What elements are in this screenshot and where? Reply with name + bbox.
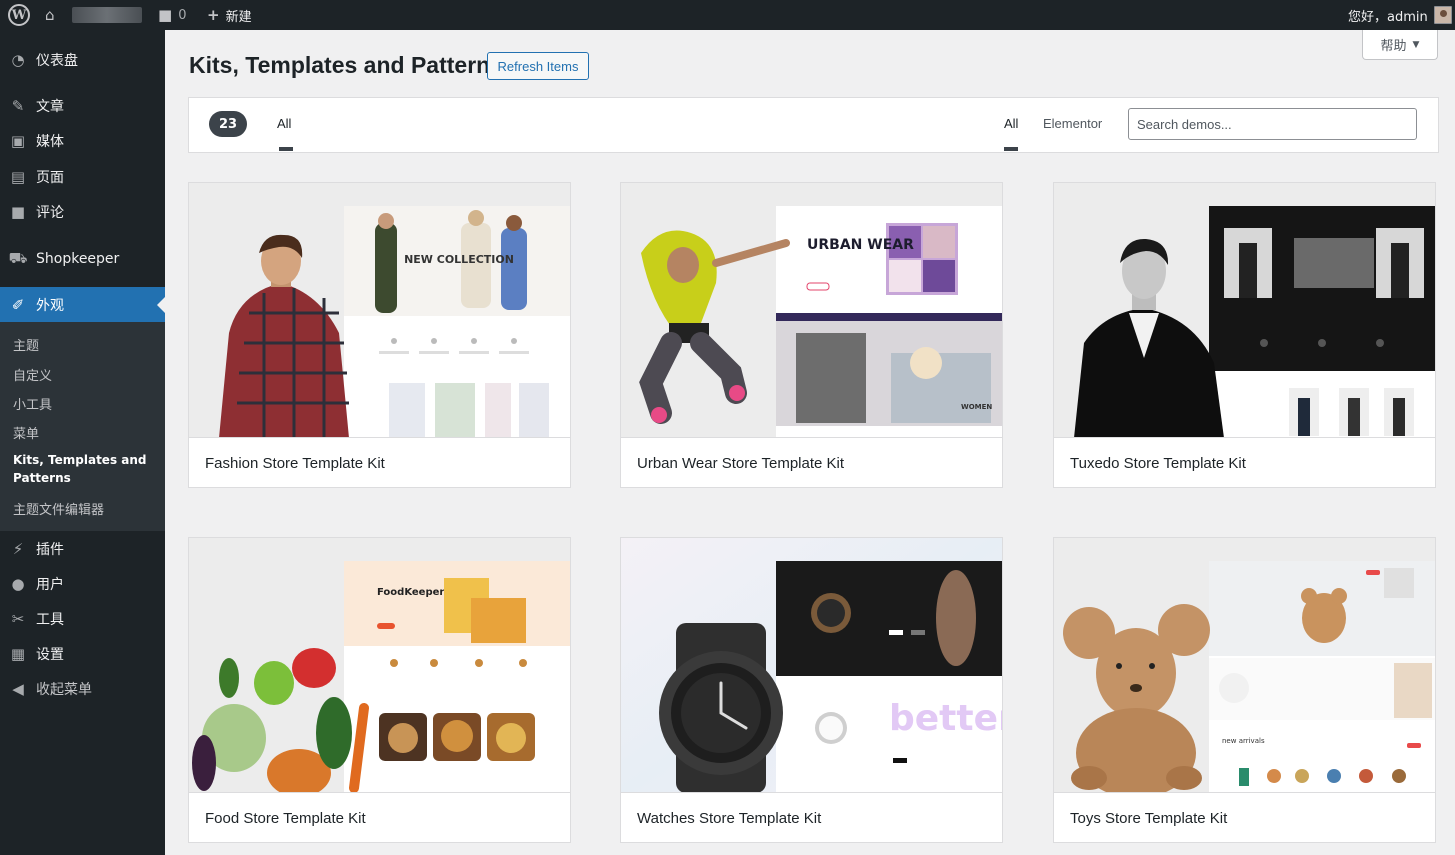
menu-appearance[interactable]: ✐ 外观 [0,287,165,323]
menu-comments[interactable]: ■ 评论 [0,194,165,230]
kit-title: Toys Store Template Kit [1070,810,1228,827]
caret-down-icon: ▼ [1412,39,1420,50]
comments-link[interactable]: ■ 0 [158,0,186,30]
tab-all-categories[interactable]: All [277,116,291,131]
search-input[interactable] [1128,108,1417,140]
active-builder-indicator [1004,147,1018,151]
kit-card-toys[interactable]: new arrivals Toys Store Template Kit [1053,537,1436,843]
kit-card-food[interactable]: FoodKeeper Food Store Template Kit [188,537,571,843]
kit-title: Food Store Template Kit [205,810,366,827]
menu-collapse[interactable]: ◀ 收起菜单 [0,671,165,707]
menu-tools[interactable]: ✂ 工具 [0,601,165,637]
submenu-theme-editor[interactable]: 主题文件编辑器 [13,499,104,518]
kit-thumbnail: better [621,538,1002,793]
users-icon: ● [11,575,25,593]
menu-label: 外观 [36,298,64,314]
kit-card-fashion[interactable]: NEW COLLECTION Fashion Store Template Ki… [188,182,571,488]
tools-icon: ✂ [11,610,25,628]
submenu-menus[interactable]: 菜单 [13,423,39,442]
menu-plugins[interactable]: ⚡ 插件 [0,531,165,567]
admin-sidebar: ◔ 仪表盘 ✎ 文章 ▣ 媒体 ▤ 页面 ■ 评论 ⛟ Shopkeeper ✐… [0,30,165,855]
menu-label: 用户 [36,577,64,593]
menu-pages[interactable]: ▤ 页面 [0,159,165,195]
kit-title: Tuxedo Store Template Kit [1070,455,1246,472]
my-account[interactable]: 您好，admin [1348,0,1452,30]
menu-label: 页面 [36,170,64,186]
food-thumb-text: FoodKeeper [377,587,444,598]
kit-title: Watches Store Template Kit [637,810,822,827]
submenu-customize[interactable]: 自定义 [13,365,52,384]
filter-bar: 23 All All Elementor [188,97,1439,153]
collapse-icon: ◀ [12,680,24,698]
fashion-thumb-text: NEW COLLECTION [404,253,514,266]
dashboard-icon: ◔ [11,51,25,69]
kit-title: Urban Wear Store Template Kit [637,455,845,472]
menu-label: 设置 [36,647,64,663]
greeting: 您好，admin [1348,9,1428,25]
menu-label: 文章 [36,99,64,115]
menu-label: 工具 [36,612,64,628]
menu-media[interactable]: ▣ 媒体 [0,123,165,159]
plugins-icon: ⚡ [12,540,24,558]
home-icon[interactable]: ⌂ [45,0,55,30]
help-label: 帮助 [1380,39,1407,54]
kit-thumbnail: NEW COLLECTION [189,183,570,438]
menu-users[interactable]: ● 用户 [0,566,165,602]
toys-thumb-text: new arrivals [1222,737,1265,745]
settings-icon: ▦ [10,645,26,663]
urban-thumb-text: URBAN WEAR [807,237,914,253]
refresh-items-button[interactable]: Refresh Items [487,52,589,80]
count-badge: 23 [209,111,247,137]
submenu-widgets[interactable]: 小工具 [13,394,52,413]
cart-icon: ⛟ [8,249,28,267]
kit-thumbnail [1054,183,1435,438]
menu-posts[interactable]: ✎ 文章 [0,88,165,124]
menu-settings[interactable]: ▦ 设置 [0,636,165,672]
media-icon: ▣ [10,132,26,150]
appearance-icon: ✐ [11,296,25,314]
menu-label: 收起菜单 [36,682,92,698]
new-label: 新建 [225,9,252,25]
submenu-themes[interactable]: 主题 [13,335,39,354]
watches-thumb-text: better [889,698,1002,739]
new-content-link[interactable]: + 新建 [207,0,252,30]
urban-women-text: WOMEN [961,403,992,411]
wordpress-logo-icon[interactable]: W [8,0,30,30]
help-button[interactable]: 帮助 ▼ [1362,30,1438,60]
kit-thumbnail: URBAN WEAR WOMEN [621,183,1002,438]
kit-thumbnail: new arrivals [1054,538,1435,793]
kit-thumbnail: FoodKeeper [189,538,570,793]
page-title: Kits, Templates and Patterns [189,52,503,78]
tab-elementor[interactable]: Elementor [1043,116,1102,131]
comments-icon: ■ [10,203,26,221]
admin-bar: W ⌂ ■ 0 + 新建 您好，admin [0,0,1455,30]
active-tab-indicator [279,147,293,151]
kit-card-watches[interactable]: better Watches Store Template Kit [620,537,1003,843]
menu-label: 仪表盘 [36,53,78,69]
appearance-submenu: 主题 自定义 小工具 菜单 Kits, Templates and Patter… [0,322,165,531]
menu-label: 评论 [36,205,64,221]
submenu-kits-templates[interactable]: Kits, Templates and Patterns [13,451,153,487]
kit-card-urban-wear[interactable]: URBAN WEAR WOMEN Urban Wear Store Templa… [620,182,1003,488]
kit-card-tuxedo[interactable]: Tuxedo Store Template Kit [1053,182,1436,488]
avatar [1433,6,1452,24]
comments-count: 0 [178,7,187,23]
comment-bubble-icon: ■ [158,6,173,24]
menu-label: 插件 [36,542,64,558]
menu-label: Shopkeeper [36,251,120,267]
pages-icon: ▤ [10,168,26,186]
plus-icon: + [207,6,220,24]
tab-all-builders[interactable]: All [1004,116,1018,131]
menu-dashboard[interactable]: ◔ 仪表盘 [0,42,165,78]
pin-icon: ✎ [11,97,25,115]
menu-label: 媒体 [36,134,64,150]
site-name[interactable] [72,0,142,30]
menu-shopkeeper[interactable]: ⛟ Shopkeeper [0,241,165,277]
kit-title: Fashion Store Template Kit [205,455,385,472]
